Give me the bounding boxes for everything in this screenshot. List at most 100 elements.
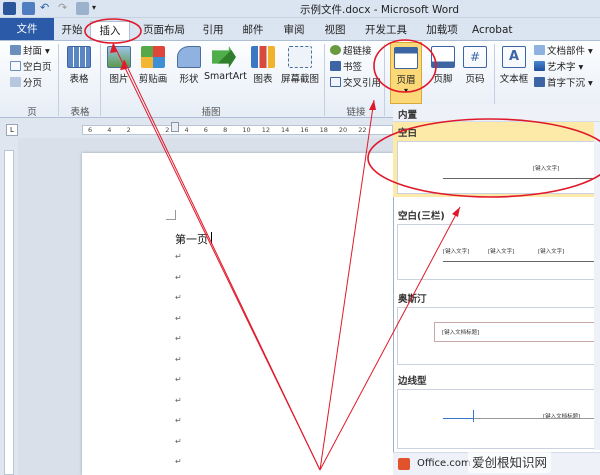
ruler-tick-label: 2 <box>165 126 170 134</box>
cover-page-button[interactable]: 封面 ▾ <box>10 45 50 59</box>
tab-references[interactable]: 引用 <box>200 21 226 40</box>
paragraph-mark: ↵ <box>175 252 182 261</box>
illustrations-group-label: 插图 <box>201 107 221 118</box>
table-icon <box>67 46 91 68</box>
page-break-icon <box>10 77 21 87</box>
picture-button[interactable]: 图片 <box>102 46 136 85</box>
tab-addins[interactable]: 加载项 <box>422 21 462 40</box>
quick-parts-icon <box>534 45 545 55</box>
gallery-section-blank: 空白 <box>398 128 418 139</box>
text-cursor <box>211 232 212 244</box>
header-blank-option[interactable]: [键入文字] <box>397 141 600 194</box>
paragraph-mark: ↵ <box>175 334 182 343</box>
undo-icon[interactable]: ↶ <box>40 2 53 15</box>
tab-file[interactable]: 文件 <box>0 18 54 40</box>
cross-reference-icon <box>330 77 341 87</box>
dropcap-button[interactable]: 首字下沉 ▾ <box>534 77 593 91</box>
bookmark-icon <box>330 61 341 71</box>
tab-selector-icon[interactable]: L <box>6 124 18 136</box>
paragraph-mark: ↵ <box>175 436 182 446</box>
tab-review[interactable]: 审阅 <box>281 21 307 40</box>
header-austin-option[interactable]: [键入文档标题] <box>397 307 600 365</box>
page-break-button[interactable]: 分页 <box>10 77 42 91</box>
ruler-tick-label: 20 <box>338 126 348 134</box>
paragraph-mark: ↵ <box>175 354 182 364</box>
document-page[interactable] <box>82 153 393 475</box>
footer-button[interactable]: 页脚 <box>426 46 460 85</box>
header-blank-three-column-option[interactable]: [键入文字] [键入文字] [键入文字] <box>397 224 600 280</box>
save-icon[interactable] <box>22 2 35 15</box>
tab-view[interactable]: 视图 <box>322 21 348 40</box>
header-button[interactable]: 页眉 ▾ <box>390 42 422 104</box>
smartart-icon <box>212 46 236 68</box>
hyperlink-button[interactable]: 超链接 <box>330 45 372 59</box>
tab-developer[interactable]: 开发工具 <box>362 21 410 40</box>
wordart-icon <box>534 61 545 71</box>
tab-mailings[interactable]: 邮件 <box>240 21 266 40</box>
gallery-builtin-header: 内置 <box>393 104 600 122</box>
paragraph-mark: ↵ <box>175 395 182 405</box>
shapes-icon <box>177 46 201 68</box>
header-sideline-option[interactable]: [键入文档标题] <box>397 389 600 449</box>
placeholder-text: [键入文字] <box>533 166 560 172</box>
group-divider <box>100 44 101 116</box>
picture-icon <box>107 46 131 68</box>
indent-marker-icon[interactable] <box>171 122 179 132</box>
group-divider <box>324 44 325 116</box>
ruler-tick-label: 22 <box>358 126 367 134</box>
chart-icon <box>251 46 275 68</box>
wordart-button[interactable]: 艺术字 ▾ <box>534 61 583 75</box>
table-button[interactable]: 表格 <box>62 46 96 85</box>
clipart-icon <box>141 46 165 68</box>
screenshot-icon <box>288 46 312 68</box>
ruler-tick-label: 12 <box>261 126 270 134</box>
word-logo-icon <box>3 2 16 15</box>
sideline-right-line <box>474 418 600 419</box>
office-logo-icon <box>398 458 410 470</box>
tab-acrobat[interactable]: Acrobat <box>472 21 513 40</box>
placeholder-text: [键入文字] <box>538 249 565 255</box>
cross-reference-button[interactable]: 交叉引用 <box>330 77 381 91</box>
placeholder-text: [键入文字] <box>488 249 515 255</box>
gallery-section-sideline: 边线型 <box>398 376 427 387</box>
sideline-left-line <box>443 418 473 419</box>
page-number-icon: # <box>463 46 487 68</box>
blank-page-button[interactable]: 空白页 <box>10 61 52 75</box>
tab-bar: 文件 开始 插入 页面布局 引用 邮件 审阅 视图 开发工具 加载项 Acrob… <box>0 18 600 40</box>
textbox-button[interactable]: A 文本框 <box>496 46 532 85</box>
redo-icon[interactable]: ↷ <box>58 2 71 15</box>
bookmark-button[interactable]: 书签 <box>330 61 362 75</box>
gallery-scrollbar[interactable] <box>594 122 600 450</box>
tab-home[interactable]: 开始 <box>58 21 86 40</box>
header-line <box>443 261 600 262</box>
smartart-button[interactable]: SmartArt <box>204 46 247 82</box>
page-number-button[interactable]: # 页码 <box>458 46 492 85</box>
quick-access-icon[interactable] <box>76 2 89 15</box>
ruler-tick-label: 6 <box>88 126 93 134</box>
blank-page-icon <box>10 61 21 71</box>
tab-page-layout[interactable]: 页面布局 <box>138 21 190 40</box>
ruler-tick-label: 18 <box>319 126 328 134</box>
ruler-tick-label: 2 <box>126 126 131 134</box>
chart-button[interactable]: 图表 <box>246 46 280 85</box>
vertical-ruler[interactable] <box>4 150 14 475</box>
shapes-button[interactable]: 形状 <box>172 46 206 85</box>
sideline-divider <box>473 410 474 422</box>
tab-insert[interactable]: 插入 <box>90 21 130 40</box>
screenshot-button[interactable]: 屏幕截图 <box>278 46 322 85</box>
paragraph-mark: ↵ <box>175 313 182 323</box>
paragraph-mark: ↵ <box>175 272 182 282</box>
margin-corner-mark <box>166 210 176 220</box>
quick-parts-button[interactable]: 文档部件 ▾ <box>534 45 593 59</box>
clipart-button[interactable]: 剪贴画 <box>134 46 172 85</box>
header-line <box>443 178 600 179</box>
window-title: 示例文件.docx - Microsoft Word <box>300 4 459 16</box>
ruler-tick-label: 6 <box>203 126 208 134</box>
paragraph-mark: ↵ <box>175 375 182 384</box>
paragraph-mark: ↵ <box>175 457 182 466</box>
header-icon <box>394 47 418 69</box>
ruler-tick-label: 4 <box>107 126 112 134</box>
customize-qat-icon[interactable]: ▾ <box>92 2 105 15</box>
cover-page-icon <box>10 45 21 55</box>
gallery-section-blank-three-column: 空白(三栏) <box>398 211 445 222</box>
